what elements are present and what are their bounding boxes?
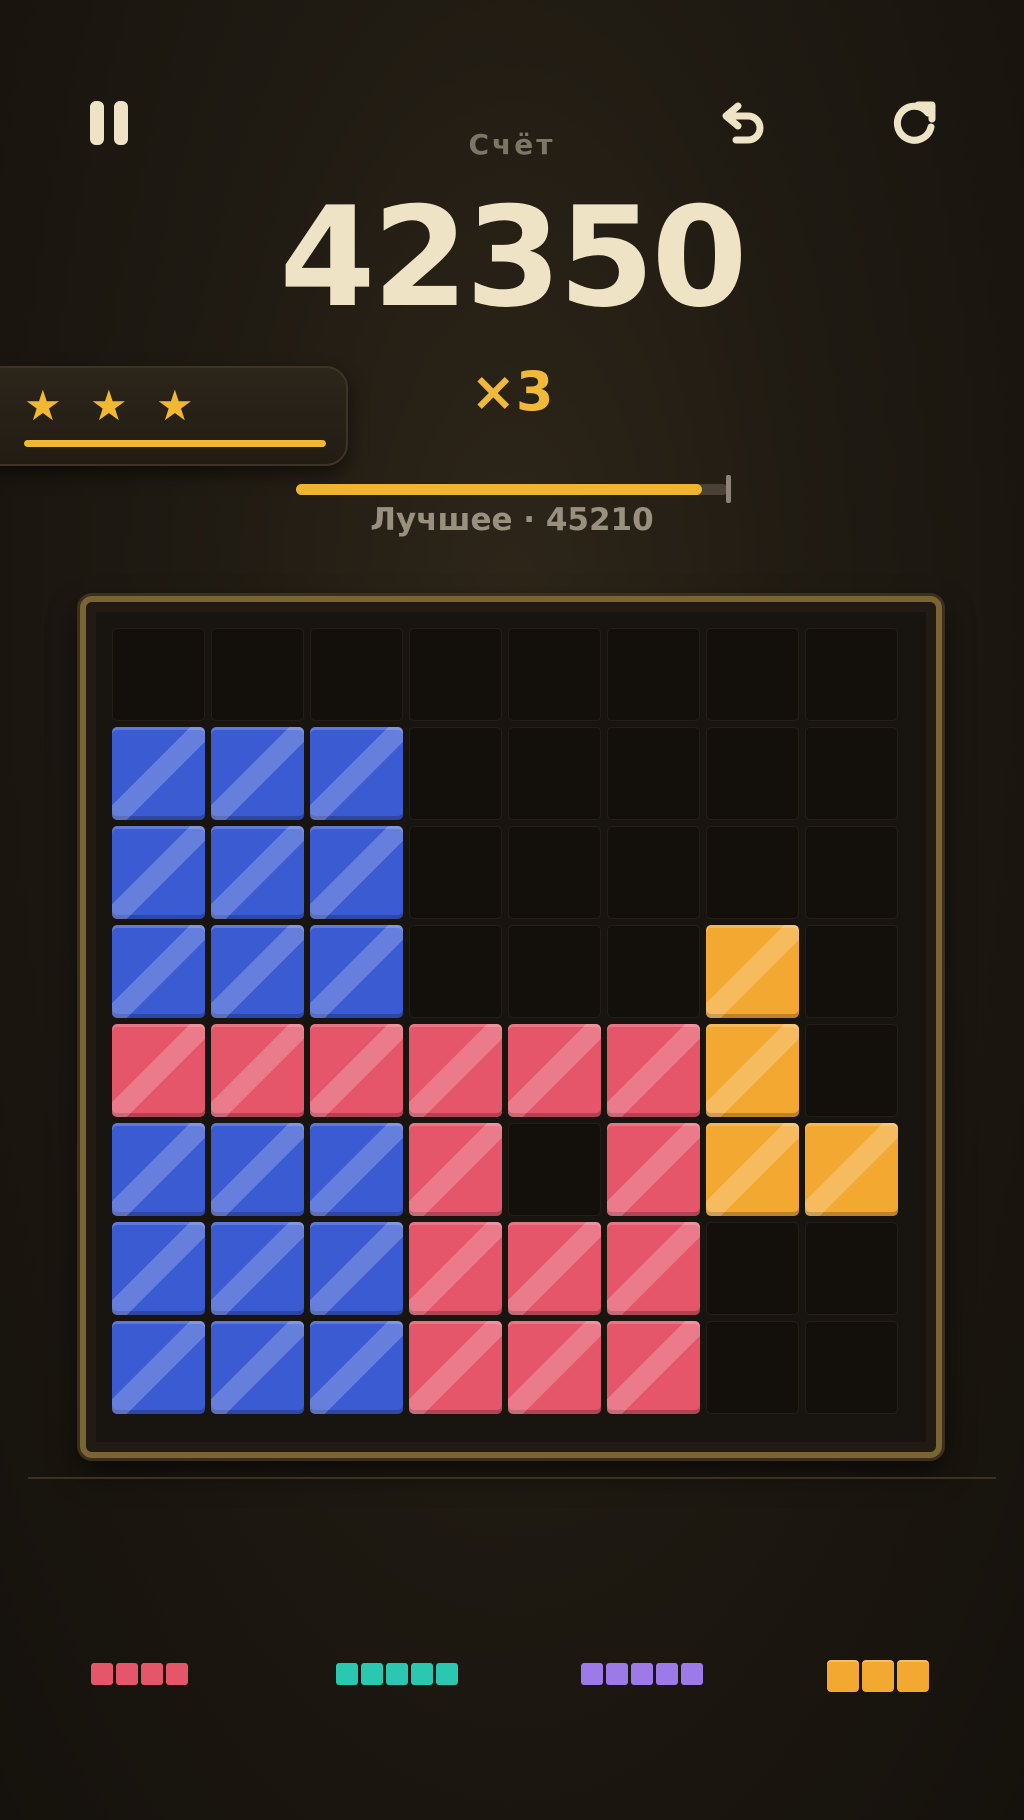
piece-block bbox=[386, 1663, 408, 1685]
stars-panel: ★ ★ ★ bbox=[0, 366, 348, 466]
board-cell-filled[interactable] bbox=[706, 925, 799, 1018]
board-cell-filled[interactable] bbox=[211, 925, 304, 1018]
star-icon: ★ bbox=[156, 381, 194, 430]
piece-block bbox=[361, 1663, 383, 1685]
piece-block bbox=[116, 1663, 138, 1685]
board-cell-empty[interactable] bbox=[706, 1222, 799, 1315]
board-cell-empty[interactable] bbox=[607, 628, 700, 721]
stars-progress-bar bbox=[24, 440, 326, 447]
piece-block bbox=[606, 1663, 628, 1685]
board-cell-empty[interactable] bbox=[805, 826, 898, 919]
board-cell-filled[interactable] bbox=[211, 1222, 304, 1315]
board-cell-empty[interactable] bbox=[508, 628, 601, 721]
board-cell-empty[interactable] bbox=[508, 925, 601, 1018]
board-cell-empty[interactable] bbox=[805, 925, 898, 1018]
board-cell-filled[interactable] bbox=[607, 1123, 700, 1216]
piece-block bbox=[336, 1663, 358, 1685]
board-cell-empty[interactable] bbox=[508, 826, 601, 919]
board-cell-filled[interactable] bbox=[310, 826, 403, 919]
piece-block bbox=[631, 1663, 653, 1685]
board-cell-filled[interactable] bbox=[706, 1024, 799, 1117]
board-cell-filled[interactable] bbox=[607, 1222, 700, 1315]
board-cell-filled[interactable] bbox=[211, 1321, 304, 1414]
piece-block bbox=[581, 1663, 603, 1685]
tray-piece[interactable] bbox=[91, 1663, 188, 1685]
piece-block bbox=[862, 1660, 894, 1692]
board-cell-filled[interactable] bbox=[112, 1123, 205, 1216]
board-cell-filled[interactable] bbox=[211, 1024, 304, 1117]
tray-piece[interactable] bbox=[336, 1663, 458, 1685]
board-cell-filled[interactable] bbox=[409, 1123, 502, 1216]
board-cell-empty[interactable] bbox=[508, 727, 601, 820]
board-cell-filled[interactable] bbox=[310, 1024, 403, 1117]
board-cell-filled[interactable] bbox=[310, 925, 403, 1018]
piece-block bbox=[141, 1663, 163, 1685]
board-cell-empty[interactable] bbox=[706, 826, 799, 919]
board-cell-filled[interactable] bbox=[310, 727, 403, 820]
piece-block bbox=[656, 1663, 678, 1685]
board-cell-filled[interactable] bbox=[508, 1024, 601, 1117]
board-cell-empty[interactable] bbox=[409, 727, 502, 820]
score-value: 42350 bbox=[279, 177, 747, 338]
board-cell-empty[interactable] bbox=[607, 727, 700, 820]
board-cell-filled[interactable] bbox=[310, 1321, 403, 1414]
board-cell-filled[interactable] bbox=[112, 727, 205, 820]
star-icon: ★ bbox=[90, 381, 128, 430]
best-score-progress-fill bbox=[296, 484, 703, 495]
board-cell-filled[interactable] bbox=[805, 1123, 898, 1216]
piece-block bbox=[91, 1663, 113, 1685]
board-cell-empty[interactable] bbox=[706, 1321, 799, 1414]
board-cell-filled[interactable] bbox=[112, 1024, 205, 1117]
score-label: Счёт bbox=[468, 128, 556, 161]
board-cell-empty[interactable] bbox=[310, 628, 403, 721]
tray-divider bbox=[28, 1477, 996, 1479]
board-cell-filled[interactable] bbox=[112, 1321, 205, 1414]
best-score-label: Лучшее · 45210 bbox=[370, 502, 654, 538]
board-cell-empty[interactable] bbox=[805, 1024, 898, 1117]
board-cell-filled[interactable] bbox=[310, 1123, 403, 1216]
piece-block bbox=[166, 1663, 188, 1685]
board-cell-filled[interactable] bbox=[211, 727, 304, 820]
board-cell-filled[interactable] bbox=[706, 1123, 799, 1216]
board-cell-empty[interactable] bbox=[706, 628, 799, 721]
board-cell-empty[interactable] bbox=[211, 628, 304, 721]
tray-piece[interactable] bbox=[827, 1660, 929, 1692]
board-cell-filled[interactable] bbox=[211, 1123, 304, 1216]
board-cell-filled[interactable] bbox=[409, 1222, 502, 1315]
piece-block bbox=[436, 1663, 458, 1685]
board-cell-empty[interactable] bbox=[409, 628, 502, 721]
board-cell-filled[interactable] bbox=[310, 1222, 403, 1315]
tray-piece[interactable] bbox=[581, 1663, 703, 1685]
board-cell-empty[interactable] bbox=[805, 727, 898, 820]
board-cell-filled[interactable] bbox=[409, 1321, 502, 1414]
board-cell-empty[interactable] bbox=[112, 628, 205, 721]
board-cell-filled[interactable] bbox=[607, 1321, 700, 1414]
board-cell-filled[interactable] bbox=[508, 1321, 601, 1414]
piece-block bbox=[411, 1663, 433, 1685]
board-cell-empty[interactable] bbox=[409, 925, 502, 1018]
board-cell-empty[interactable] bbox=[805, 1321, 898, 1414]
piece-block bbox=[681, 1663, 703, 1685]
game-board[interactable] bbox=[112, 628, 912, 1428]
board-cell-filled[interactable] bbox=[607, 1024, 700, 1117]
board-cell-empty[interactable] bbox=[607, 925, 700, 1018]
board-cell-filled[interactable] bbox=[211, 826, 304, 919]
piece-block bbox=[827, 1660, 859, 1692]
board-cell-empty[interactable] bbox=[805, 1222, 898, 1315]
piece-block bbox=[897, 1660, 929, 1692]
best-score-marker bbox=[726, 475, 731, 503]
board-cell-filled[interactable] bbox=[112, 1222, 205, 1315]
board-cell-empty[interactable] bbox=[409, 826, 502, 919]
board-cell-filled[interactable] bbox=[508, 1222, 601, 1315]
board-cell-empty[interactable] bbox=[805, 628, 898, 721]
board-cell-filled[interactable] bbox=[112, 925, 205, 1018]
board-cell-empty[interactable] bbox=[607, 826, 700, 919]
board-cell-empty[interactable] bbox=[508, 1123, 601, 1216]
star-icon: ★ bbox=[24, 381, 62, 430]
best-score-progress-bar bbox=[296, 484, 728, 495]
board-cell-filled[interactable] bbox=[409, 1024, 502, 1117]
board-cell-filled[interactable] bbox=[112, 826, 205, 919]
board-cell-empty[interactable] bbox=[706, 727, 799, 820]
